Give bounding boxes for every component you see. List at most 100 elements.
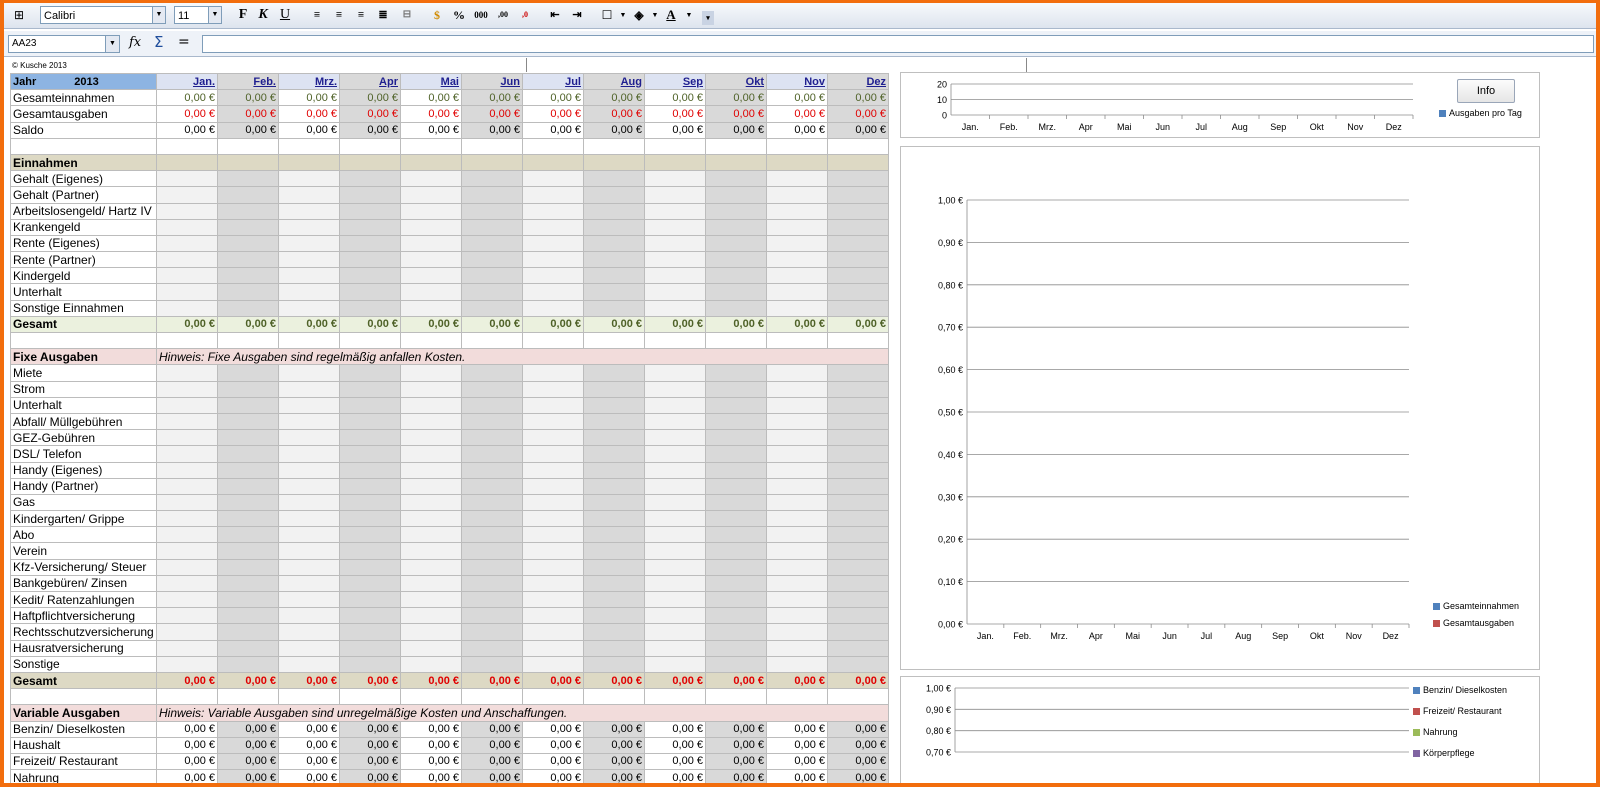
fixed-expense-value[interactable] xyxy=(278,558,340,576)
fixed-expense-value[interactable] xyxy=(522,655,584,673)
increase-indent-icon[interactable]: ⇥ xyxy=(568,6,586,24)
currency-icon[interactable]: $ xyxy=(428,6,446,24)
income-value[interactable] xyxy=(705,251,767,269)
fixed-expense-value[interactable] xyxy=(766,461,828,479)
variable-expense-value[interactable]: 0,00 € xyxy=(705,769,767,783)
summary-value[interactable]: 0,00 € xyxy=(400,121,462,139)
fixed-expense-value[interactable] xyxy=(217,412,279,431)
month-header[interactable]: Mrz. xyxy=(278,72,340,91)
variable-expense-value[interactable]: 0,00 € xyxy=(705,720,767,738)
fixed-expense-value[interactable] xyxy=(644,364,706,382)
fixed-expense-value[interactable] xyxy=(644,574,706,593)
income-value[interactable] xyxy=(156,170,218,188)
autosum-icon[interactable]: Σ xyxy=(154,33,163,51)
income-value[interactable] xyxy=(644,218,706,236)
variable-expense-value[interactable]: 0,00 € xyxy=(827,720,889,738)
fixed-expense-value[interactable] xyxy=(827,639,889,657)
fixed-expense-value[interactable] xyxy=(766,655,828,673)
fixed-expense-value[interactable] xyxy=(400,639,462,657)
fixed-expense-value[interactable] xyxy=(583,429,645,447)
variable-expense-value[interactable]: 0,00 € xyxy=(278,769,340,783)
fixed-expense-value[interactable] xyxy=(705,396,767,414)
fixed-expense-value[interactable] xyxy=(644,380,706,398)
fixed-expense-value[interactable] xyxy=(400,655,462,673)
fixed-expense-value[interactable] xyxy=(217,526,279,544)
fixed-expense-value[interactable] xyxy=(827,429,889,447)
variable-expense-value[interactable]: 0,00 € xyxy=(522,720,584,738)
summary-value[interactable]: 0,00 € xyxy=(461,105,523,123)
summary-value[interactable]: 0,00 € xyxy=(827,105,889,123)
fixed-expense-value[interactable] xyxy=(339,607,401,625)
fixed-expense-value[interactable] xyxy=(827,461,889,479)
fixed-expense-value[interactable] xyxy=(339,493,401,512)
income-value[interactable] xyxy=(339,218,401,236)
summary-value[interactable]: 0,00 € xyxy=(461,89,523,107)
income-value[interactable] xyxy=(400,170,462,188)
fixed-expense-value[interactable] xyxy=(461,364,523,382)
fixed-expense-value[interactable] xyxy=(461,429,523,447)
income-value[interactable] xyxy=(827,234,889,253)
variable-expense-value[interactable]: 0,00 € xyxy=(400,769,462,783)
income-value[interactable] xyxy=(644,267,706,285)
variable-expense-value[interactable]: 0,00 € xyxy=(400,752,462,771)
variable-expense-value[interactable]: 0,00 € xyxy=(339,769,401,783)
income-value[interactable] xyxy=(522,202,584,220)
fixed-expense-value[interactable] xyxy=(461,493,523,512)
income-value[interactable] xyxy=(400,251,462,269)
chevron-down-icon[interactable]: ▼ xyxy=(208,7,221,23)
income-value[interactable] xyxy=(705,267,767,285)
summary-value[interactable]: 0,00 € xyxy=(156,89,218,107)
variable-expense-value[interactable]: 0,00 € xyxy=(217,736,279,754)
income-value[interactable] xyxy=(644,202,706,220)
fixed-expense-value[interactable] xyxy=(339,655,401,673)
fixed-expense-value[interactable] xyxy=(766,526,828,544)
fixed-expense-value[interactable] xyxy=(400,623,462,641)
chevron-down-icon[interactable]: ▼ xyxy=(105,36,119,52)
fixed-expense-value[interactable] xyxy=(583,380,645,398)
align-center-icon[interactable]: ≡ xyxy=(330,6,348,24)
income-value[interactable] xyxy=(461,251,523,269)
variable-expense-value[interactable]: 0,00 € xyxy=(400,720,462,738)
income-value[interactable] xyxy=(278,186,340,204)
variable-expense-value[interactable]: 0,00 € xyxy=(461,769,523,783)
fixed-expense-value[interactable] xyxy=(217,380,279,398)
fixed-expense-value[interactable] xyxy=(644,590,706,609)
summary-value[interactable]: 0,00 € xyxy=(766,121,828,139)
income-value[interactable] xyxy=(705,170,767,188)
fixed-expense-value[interactable] xyxy=(461,477,523,495)
fixed-expense-value[interactable] xyxy=(522,639,584,657)
fixed-expense-value[interactable] xyxy=(705,542,767,560)
fixed-expense-value[interactable] xyxy=(461,623,523,641)
fixed-expense-value[interactable] xyxy=(461,445,523,463)
fixed-expense-value[interactable] xyxy=(705,623,767,641)
summary-value[interactable]: 0,00 € xyxy=(522,121,584,139)
variable-expense-value[interactable]: 0,00 € xyxy=(705,752,767,771)
income-value[interactable] xyxy=(278,267,340,285)
income-value[interactable] xyxy=(766,251,828,269)
fixed-expense-value[interactable] xyxy=(644,558,706,576)
month-header[interactable]: Mai xyxy=(400,72,462,91)
income-value[interactable] xyxy=(522,234,584,253)
income-value[interactable] xyxy=(339,234,401,253)
underline-button[interactable]: U xyxy=(276,6,294,24)
income-value[interactable] xyxy=(522,267,584,285)
fixed-expense-value[interactable] xyxy=(156,429,218,447)
fixed-expense-value[interactable] xyxy=(461,655,523,673)
variable-expense-value[interactable]: 0,00 € xyxy=(583,769,645,783)
fixed-expense-value[interactable] xyxy=(461,639,523,657)
fixed-expense-value[interactable] xyxy=(705,639,767,657)
variable-expense-value[interactable]: 0,00 € xyxy=(217,769,279,783)
income-value[interactable] xyxy=(766,202,828,220)
fixed-expense-value[interactable] xyxy=(766,380,828,398)
fixed-expense-value[interactable] xyxy=(583,477,645,495)
variable-expense-value[interactable]: 0,00 € xyxy=(156,720,218,738)
variable-expense-value[interactable]: 0,00 € xyxy=(583,736,645,754)
fixed-expense-value[interactable] xyxy=(217,510,279,528)
fixed-expense-value[interactable] xyxy=(278,477,340,495)
fixed-expense-value[interactable] xyxy=(156,445,218,463)
fixed-expense-value[interactable] xyxy=(217,590,279,609)
fixed-expense-value[interactable] xyxy=(583,574,645,593)
income-value[interactable] xyxy=(278,234,340,253)
summary-value[interactable]: 0,00 € xyxy=(217,89,279,107)
fixed-expense-value[interactable] xyxy=(766,542,828,560)
